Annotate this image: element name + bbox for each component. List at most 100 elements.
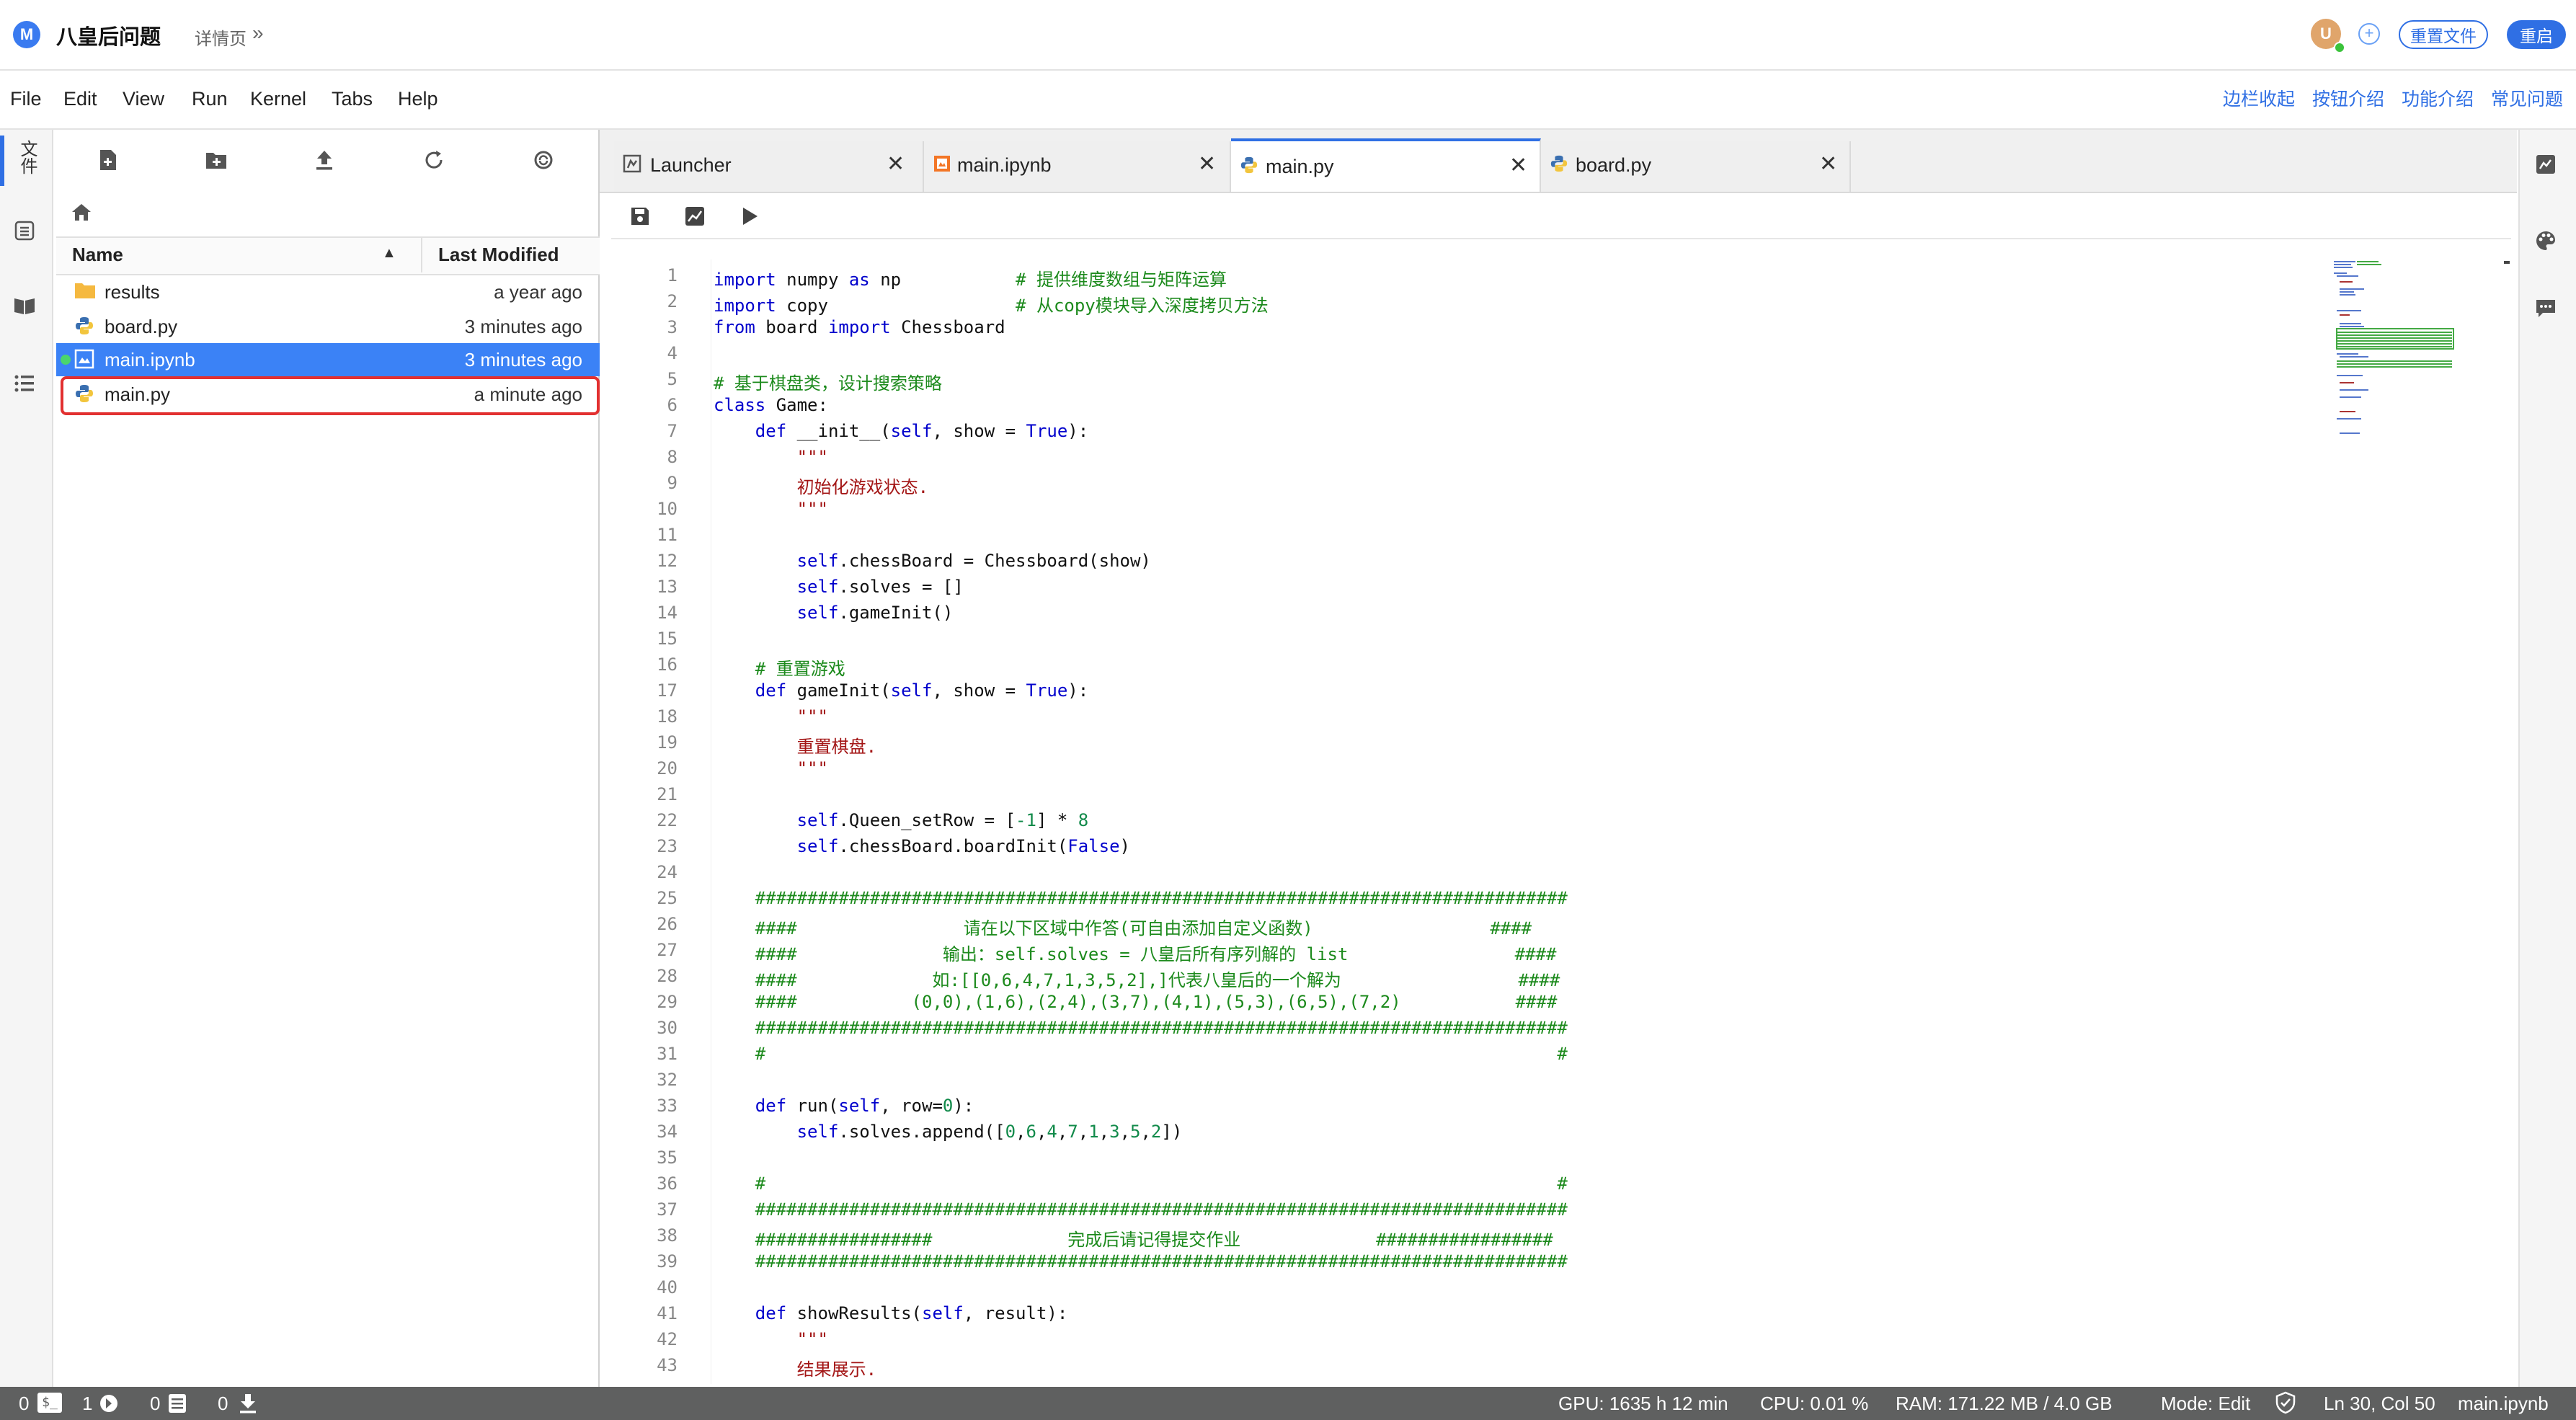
menu-file[interactable]: File [10,88,42,110]
line-number: 5 [667,369,678,389]
code-line[interactable]: 初始化游戏状态. [714,473,928,498]
code-line[interactable]: from board import Chessboard [714,317,1005,337]
code-line[interactable]: # # [714,1173,1568,1194]
code-line[interactable]: ########################################… [714,1251,1568,1272]
minimap[interactable] [2332,259,2462,447]
code-line[interactable]: import copy # 从copy模块导入深度拷贝方法 [714,291,1269,316]
code-line[interactable]: self.chessBoard = Chessboard(show) [714,551,1151,571]
menu-help[interactable]: Help [398,88,438,110]
code-line[interactable]: ########################################… [714,1018,1568,1038]
close-icon[interactable]: ✕ [1819,151,1837,177]
code-line[interactable]: # # [714,1044,1568,1064]
add-icon[interactable]: + [2358,23,2380,45]
chat-icon[interactable] [2534,297,2560,323]
column-name[interactable]: Name [72,244,123,266]
property-inspector-icon[interactable] [2534,153,2560,179]
close-icon[interactable]: ✕ [887,151,905,177]
kernel-icon[interactable] [98,1393,120,1414]
file-modified: 3 minutes ago [464,316,582,337]
menu-view[interactable]: View [123,88,164,110]
line-number: 11 [657,525,678,545]
tab-main-py[interactable]: main.py ✕ [1231,138,1541,192]
git-sync-icon[interactable] [528,144,559,176]
run-icon[interactable] [734,200,765,232]
line-number: 30 [657,1018,678,1038]
code-line[interactable]: """ [714,706,828,727]
upload-icon[interactable] [308,144,340,176]
code-line[interactable]: #### 请在以下区域中作答(可自由添加自定义函数) #### [714,914,1532,939]
code-line[interactable]: 重置棋盘. [714,732,876,758]
book-icon[interactable] [9,290,40,321]
tab-launcher[interactable]: Launcher ✕ [614,141,924,192]
code-line[interactable]: """ [714,1329,828,1349]
launcher-icon [623,154,643,174]
tab-label: board.py [1576,154,1652,176]
collapse-sidebar-link[interactable]: 边栏收起 [2223,85,2295,111]
kernel-running-indicator [61,355,71,365]
code-line[interactable]: """ [714,447,828,467]
tab-board-py[interactable]: board.py ✕ [1541,141,1851,192]
sort-ascending-icon[interactable]: ▲ [382,245,396,262]
menu-run[interactable]: Run [192,88,228,110]
code-line[interactable]: class Game: [714,395,828,415]
code-line[interactable]: 结果展示. [714,1355,876,1380]
code-line[interactable]: # 基于棋盘类，设计搜索策略 [714,369,942,394]
code-line[interactable]: self.solves = [] [714,577,964,597]
file-modified: 3 minutes ago [464,349,582,370]
code-line[interactable]: """ [714,758,828,778]
menu-tabs[interactable]: Tabs [332,88,373,110]
palette-icon[interactable] [2534,229,2560,255]
line-number: 18 [657,706,678,727]
cursor-position[interactable]: Ln 30, Col 50 [2324,1393,2435,1415]
menu-edit[interactable]: Edit [63,88,97,110]
code-line[interactable]: #### 输出：self.solves = 八皇后所有序列解的 list ###… [714,940,1557,965]
chevron-right-icon[interactable]: » [252,22,264,45]
new-file-icon[interactable] [92,144,124,176]
code-line[interactable]: #### (0,0),(1,6),(2,4),(3,7),(4,1),(5,3)… [714,992,1558,1012]
code-line[interactable]: def gameInit(self, show = True): [714,680,1088,701]
terminal-icon[interactable]: $_ [37,1393,62,1413]
code-line[interactable]: ########################################… [714,1199,1568,1220]
terminal-count: 0 [19,1393,30,1414]
running-icon[interactable] [9,215,40,247]
faq-link[interactable]: 常见问题 [2491,85,2563,111]
chart-icon[interactable] [679,200,711,232]
code-line[interactable]: def run(self, row=0): [714,1096,974,1116]
shield-icon[interactable] [2275,1391,2298,1414]
close-icon[interactable]: ✕ [1509,153,1527,178]
tab-main-ipynb[interactable]: main.ipynb ✕ [924,141,1231,192]
new-folder-icon[interactable] [200,144,232,176]
code-line[interactable]: self.solves.append([0,6,4,7,1,3,5,2]) [714,1122,1183,1142]
toc-icon[interactable] [9,368,40,399]
restart-button[interactable]: 重启 [2507,20,2566,49]
code-line[interactable]: self.gameInit() [714,603,954,623]
code-line[interactable]: def showResults(self, result): [714,1303,1068,1323]
reset-file-button[interactable]: 重置文件 [2399,20,2488,49]
refresh-icon[interactable] [418,144,450,176]
button-intro-link[interactable]: 按钮介绍 [2312,85,2384,111]
close-icon[interactable]: ✕ [1198,151,1216,177]
line-number: 12 [657,551,678,571]
code-line[interactable]: self.Queen_setRow = [-1] * 8 [714,810,1089,830]
save-icon[interactable] [624,200,656,232]
code-line[interactable]: ################# 完成后请记得提交作业 ###########… [714,1225,1553,1251]
code-line[interactable]: ########################################… [714,888,1568,908]
sidebar-files-tab[interactable]: 文件 [10,140,37,174]
breadcrumb-details[interactable]: 详情页 [195,25,247,50]
file-name: main.ipynb [105,349,195,370]
menu-kernel[interactable]: Kernel [250,88,306,110]
code-line[interactable]: import numpy as np # 提供维度数组与矩阵运算 [714,265,1227,290]
download-icon[interactable] [238,1393,259,1414]
code-line[interactable]: def __init__(self, show = True): [714,421,1088,441]
feature-intro-link[interactable]: 功能介绍 [2402,85,2474,111]
code-line[interactable]: """ [714,499,828,519]
folder-icon [74,281,95,301]
code-line[interactable]: # 重置游戏 [714,654,845,680]
column-last-modified[interactable]: Last Modified [438,244,559,266]
active-indicator [0,136,4,186]
code-line[interactable]: #### 如:[[0,6,4,7,1,3,5,2],]代表八皇后的一个解为 ##… [714,966,1560,991]
document-icon[interactable] [167,1393,189,1414]
code-line[interactable]: self.chessBoard.boardInit(False) [714,836,1130,856]
tab-label: Launcher [650,154,732,176]
home-icon[interactable] [71,202,94,223]
